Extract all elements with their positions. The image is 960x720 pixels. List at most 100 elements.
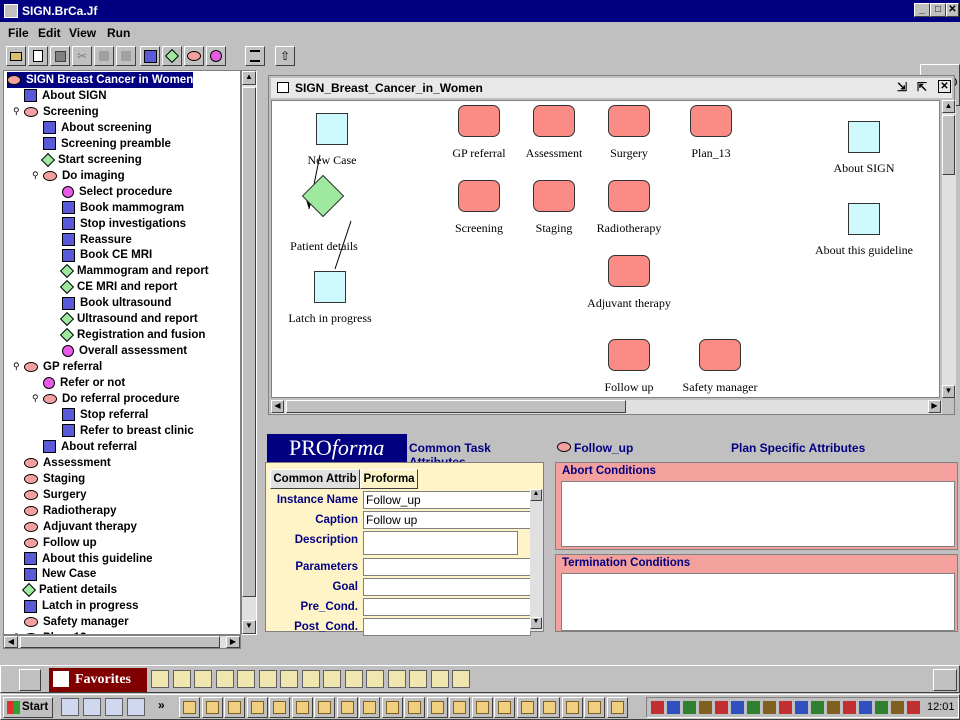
attrib-scroll[interactable]: ▲ ▼ — [530, 489, 543, 631]
taskbar-window-button[interactable] — [404, 697, 425, 718]
tree-item[interactable]: Select procedure — [62, 184, 172, 200]
save-button[interactable] — [50, 46, 70, 66]
quick-launch-icon[interactable] — [215, 670, 234, 688]
taskbar-shortcut-icon[interactable] — [83, 698, 101, 716]
canvas-vscroll[interactable]: ▲ ▼ — [942, 100, 956, 398]
tree-item[interactable]: Do imaging — [43, 168, 125, 184]
taskbar-window-button[interactable] — [516, 697, 538, 718]
tree-item[interactable]: Book ultrasound — [62, 295, 171, 311]
field-input[interactable] — [363, 618, 531, 636]
menu-edit[interactable]: Edit — [38, 26, 61, 40]
scroll-thumb[interactable] — [242, 87, 256, 597]
tray-icon[interactable] — [859, 701, 872, 714]
tray-icon[interactable] — [651, 701, 664, 714]
field-input[interactable] — [363, 578, 531, 596]
tree-item[interactable]: Reassure — [62, 232, 132, 248]
tray-icon[interactable] — [667, 701, 680, 714]
tree-item[interactable]: Assessment — [24, 455, 111, 471]
show-desktop-button[interactable] — [933, 669, 957, 691]
tree-item[interactable]: About SIGN — [24, 88, 107, 104]
taskbar-window-button[interactable] — [291, 697, 313, 718]
canvas-scroll-up[interactable]: ▲ — [942, 100, 955, 113]
quick-launch-icon[interactable] — [151, 670, 169, 688]
hscroll-thumb[interactable] — [20, 636, 220, 648]
quick-launch-icon[interactable] — [452, 670, 470, 688]
tree-item[interactable]: Surgery — [24, 487, 86, 503]
tree-item[interactable]: Do referral procedure — [43, 391, 180, 407]
plan-canvas[interactable]: New Case Patient details Latch in progress… — [271, 100, 940, 398]
field-input[interactable]: Follow_up — [363, 491, 531, 509]
tree-item[interactable]: Ultrasound and report — [59, 311, 198, 327]
taskbar-window-button[interactable] — [539, 697, 560, 718]
tree-item[interactable]: Start screening — [40, 152, 142, 168]
taskbar-window-button[interactable] — [246, 697, 268, 718]
paste-button[interactable] — [116, 46, 136, 66]
tray-icon[interactable] — [875, 701, 888, 714]
minimize-button[interactable]: _ — [914, 3, 930, 17]
close-button[interactable]: ✕ — [946, 3, 959, 17]
taskbar-window-button[interactable] — [494, 697, 515, 718]
taskbar-window-button[interactable] — [606, 697, 628, 718]
tray-icon[interactable] — [891, 701, 904, 714]
tree-item[interactable]: Patient details — [21, 582, 117, 598]
tray-icon[interactable] — [699, 701, 712, 714]
taskbar-window-button[interactable] — [336, 697, 358, 718]
tree-item[interactable]: Refer to breast clinic — [62, 423, 194, 439]
menu-run[interactable]: Run — [107, 26, 130, 40]
canvas-node-shape[interactable] — [533, 180, 575, 212]
tree-item[interactable]: Refer or not — [43, 375, 125, 391]
tree-item[interactable]: Adjuvant therapy — [24, 519, 137, 535]
tree-item[interactable]: About screening — [43, 120, 152, 136]
tray-icon[interactable] — [827, 701, 840, 714]
guideline-tree[interactable]: SIGN Breast Cancer in Women About SIGN Scr… — [3, 70, 241, 635]
tree-item[interactable]: Registration and fusion — [59, 327, 205, 343]
taskbar-window-button[interactable] — [584, 697, 605, 718]
tree-item[interactable]: Screening preamble — [43, 136, 171, 152]
start-button[interactable]: Start — [3, 697, 53, 718]
tray-icon[interactable] — [795, 701, 808, 714]
taskbar-window-button[interactable] — [201, 697, 223, 718]
quick-launch-icon[interactable] — [280, 670, 298, 688]
tray-icon[interactable] — [811, 701, 824, 714]
maximize-button[interactable]: □ — [930, 3, 946, 17]
taskbar-window-button[interactable] — [314, 697, 335, 718]
quick-launch-icon[interactable] — [194, 670, 212, 688]
tree-item[interactable]: Book CE MRI — [62, 247, 152, 263]
termination-conditions-field[interactable] — [561, 573, 955, 631]
tray-icon[interactable] — [715, 701, 728, 714]
tree-item[interactable]: Staging — [24, 471, 85, 487]
attrib-scroll-up[interactable]: ▲ — [530, 489, 542, 501]
restore-icon[interactable]: ⇱ — [917, 80, 927, 94]
tree-item[interactable]: CE MRI and report — [59, 279, 177, 295]
taskbar-shortcut-icon[interactable] — [105, 698, 123, 716]
taskbar-window-button[interactable] — [449, 697, 470, 718]
export-button[interactable]: ⇧ — [275, 46, 295, 66]
canvas-hthumb[interactable] — [286, 400, 626, 413]
taskbar-window-button[interactable] — [224, 697, 245, 718]
canvas-scroll-right[interactable]: ▶ — [928, 400, 941, 413]
tree-item[interactable]: Latch in progress — [24, 598, 139, 614]
expand-toggle-icon[interactable]: ⚲ — [13, 361, 20, 372]
quick-launch-icon[interactable] — [409, 670, 427, 688]
copy-button[interactable] — [94, 46, 114, 66]
close-canvas-icon[interactable]: ✕ — [938, 80, 951, 93]
add-action-button[interactable] — [140, 46, 160, 66]
expand-toggle-icon[interactable]: ⚲ — [32, 170, 39, 181]
expand-toggle-icon[interactable]: ⚲ — [32, 393, 39, 404]
add-enquiry-button[interactable] — [206, 46, 226, 66]
attrib-scroll-down[interactable]: ▼ — [530, 617, 542, 629]
tree-item[interactable]: GP referral — [24, 359, 102, 375]
add-plan-button[interactable] — [184, 46, 204, 66]
quick-launch-icon[interactable] — [366, 670, 384, 688]
field-input[interactable] — [363, 531, 518, 555]
canvas-node-shape[interactable] — [608, 105, 650, 137]
scroll-left-button[interactable]: ◀ — [4, 636, 18, 648]
tree-item[interactable]: Book mammogram — [62, 200, 184, 216]
tree-item[interactable]: Screening — [24, 104, 99, 120]
taskbar-window-button[interactable] — [426, 697, 448, 718]
taskbar-window-button[interactable] — [561, 697, 583, 718]
taskbar-shortcut-icon[interactable] — [61, 698, 79, 716]
field-input[interactable]: Follow up — [363, 511, 531, 529]
tray-icon[interactable] — [747, 701, 760, 714]
tree-item[interactable]: Follow up — [24, 535, 97, 551]
